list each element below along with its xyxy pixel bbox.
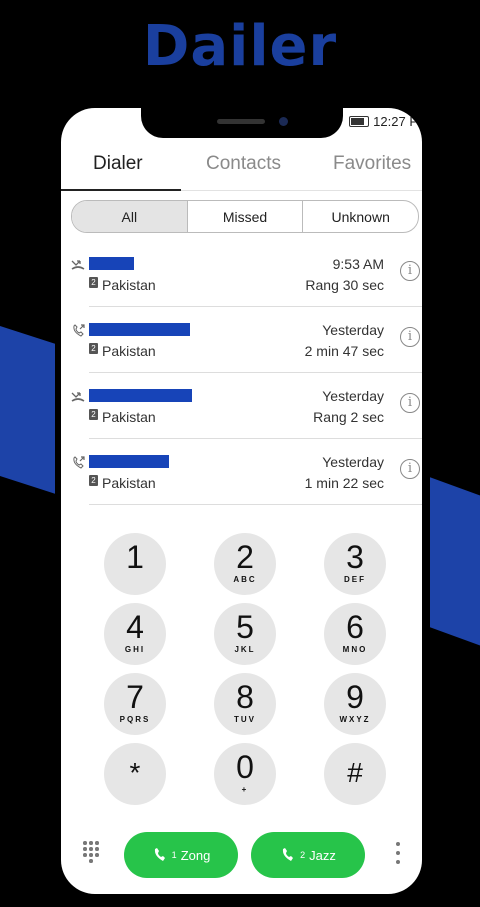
call-time: Yesterday	[322, 322, 384, 338]
carrier-label: Zong	[180, 847, 211, 863]
key-4[interactable]: 4 GHI	[104, 603, 166, 665]
call-log-row[interactable]: 2 Pakistan Yesterday Rang 2 sec i	[61, 373, 422, 439]
key-8[interactable]: 8 TUV	[214, 673, 276, 735]
more-options-icon[interactable]	[396, 842, 400, 866]
call-sim2-button[interactable]: 2 Jazz	[251, 832, 365, 878]
info-icon[interactable]: i	[400, 327, 420, 347]
sim-badge: 2	[89, 277, 98, 288]
front-camera	[279, 117, 288, 126]
call-log-row[interactable]: 2 Pakistan 9:53 AM Rang 30 sec i	[61, 241, 422, 307]
filter-unknown[interactable]: Unknown	[303, 201, 418, 232]
info-icon[interactable]: i	[400, 261, 420, 281]
call-country: Pakistan	[102, 475, 156, 491]
call-log: 2 Pakistan 9:53 AM Rang 30 sec i 2 Pakis…	[61, 241, 422, 505]
tab-favorites[interactable]: Favorites	[333, 153, 411, 175]
active-tab-indicator	[61, 189, 181, 191]
key-9[interactable]: 9 WXYZ	[324, 673, 386, 735]
call-filter: All Missed Unknown	[71, 200, 419, 233]
status-bar: 12:27 P	[349, 114, 418, 129]
outgoing-call-icon	[73, 456, 85, 469]
sim-badge: 2	[89, 475, 98, 486]
info-icon[interactable]: i	[400, 393, 420, 413]
battery-icon	[349, 116, 370, 127]
tab-dialer[interactable]: Dialer	[93, 153, 143, 175]
call-log-row[interactable]: 2 Pakistan Yesterday 1 min 22 sec i	[61, 439, 422, 505]
sim-number: 2	[300, 850, 306, 860]
phone-icon	[283, 848, 294, 861]
bottom-action-bar: 1 Zong 2 Jazz	[61, 830, 422, 880]
tab-contacts[interactable]: Contacts	[206, 153, 281, 175]
row-divider	[89, 504, 422, 505]
missed-call-icon	[71, 392, 85, 402]
outgoing-call-icon	[73, 324, 85, 337]
call-time: Yesterday	[322, 388, 384, 404]
key-5[interactable]: 5 JKL	[214, 603, 276, 665]
call-country: Pakistan	[102, 343, 156, 359]
decorative-stripe-right	[430, 477, 480, 653]
carrier-label: Jazz	[309, 847, 336, 863]
redacted-contact-name	[89, 257, 134, 270]
call-sim1-button[interactable]: 1 Zong	[124, 832, 238, 878]
key-7[interactable]: 7 PQRS	[104, 673, 166, 735]
key-6[interactable]: 6 MNO	[324, 603, 386, 665]
filter-missed[interactable]: Missed	[188, 201, 304, 232]
call-duration: 2 min 47 sec	[304, 343, 384, 359]
speaker-grille	[217, 119, 265, 124]
sim-badge: 2	[89, 409, 98, 420]
call-duration: 1 min 22 sec	[304, 475, 384, 491]
sim-number: 1	[171, 850, 177, 860]
phone-notch	[141, 108, 343, 138]
top-tabs: Dialer Contacts Favorites	[61, 148, 422, 192]
call-time: 9:53 AM	[332, 256, 384, 272]
decorative-stripe-left	[0, 316, 55, 494]
redacted-contact-name	[89, 455, 169, 468]
call-log-row[interactable]: 2 Pakistan Yesterday 2 min 47 sec i	[61, 307, 422, 373]
phone-icon	[154, 848, 165, 861]
key-3[interactable]: 3 DEF	[324, 533, 386, 595]
banner-title: Dailer	[142, 14, 338, 79]
key-hash[interactable]: #	[324, 743, 386, 805]
key-0[interactable]: 0 +	[214, 743, 276, 805]
phone-screen: 12:27 P Dialer Contacts Favorites All Mi…	[61, 108, 422, 894]
call-time: Yesterday	[322, 454, 384, 470]
sim-badge: 2	[89, 343, 98, 354]
info-icon[interactable]: i	[400, 459, 420, 479]
call-duration: Rang 30 sec	[305, 277, 384, 293]
call-country: Pakistan	[102, 277, 156, 293]
status-time: 12:27 P	[373, 114, 418, 129]
redacted-contact-name	[89, 389, 192, 402]
dial-keypad: 1 2 ABC 3 DEF 4 GHI 5 JKL 6 MNO 7 PQRS 8 TUV 9W…	[61, 522, 422, 822]
missed-call-icon	[71, 260, 85, 270]
filter-all[interactable]: All	[72, 201, 188, 232]
dialpad-toggle-icon[interactable]	[83, 841, 101, 863]
key-2[interactable]: 2 ABC	[214, 533, 276, 595]
key-star[interactable]: *	[104, 743, 166, 805]
redacted-contact-name	[89, 323, 190, 336]
call-country: Pakistan	[102, 409, 156, 425]
call-duration: Rang 2 sec	[313, 409, 384, 425]
key-1[interactable]: 1	[104, 533, 166, 595]
